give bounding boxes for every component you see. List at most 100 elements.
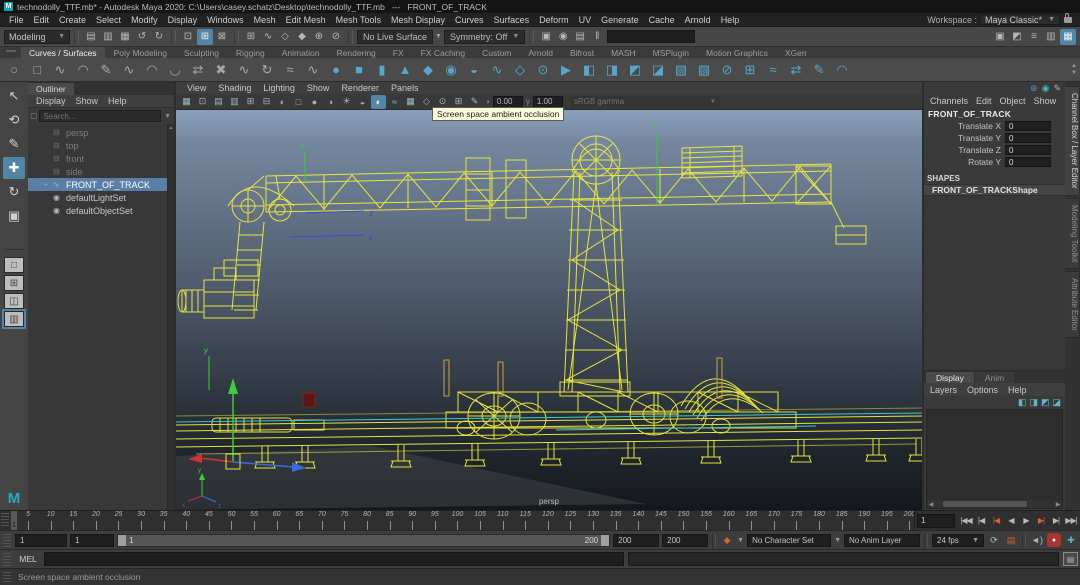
menu-create[interactable]: Create (54, 15, 91, 25)
layer-new-from-selected-icon[interactable]: ◨ (1029, 397, 1038, 408)
extrude-icon[interactable]: ⊞ (739, 59, 761, 81)
layer-move-up-icon[interactable]: ◩ (1041, 397, 1050, 408)
view-transform-selector[interactable]: sRGB gamma ▼ (570, 96, 720, 108)
save-scene-icon[interactable]: ▦ (117, 29, 133, 45)
bezier-curve-icon[interactable]: ∿ (118, 59, 140, 81)
timeline-track[interactable]: 5 10 15 20 25 30 (10, 511, 915, 530)
new-scene-icon[interactable]: ▤ (83, 29, 99, 45)
outliner-item-top[interactable]: ⊟ top (28, 139, 174, 152)
section-divider[interactable] (234, 30, 239, 44)
step-forward-key-button[interactable]: ▶| (1034, 513, 1048, 529)
arc-two-point-icon[interactable]: ◡ (164, 59, 186, 81)
render-settings-icon[interactable]: ▤ (572, 29, 588, 45)
use-all-lights-icon[interactable]: ☀ (339, 95, 354, 109)
play-backwards-button[interactable]: ◀ (1004, 513, 1018, 529)
workspace-selector[interactable]: Maya Classic* ▼ (980, 14, 1060, 25)
shelf-tab[interactable]: Curves / Surfaces (21, 47, 105, 58)
poly-helix-icon[interactable]: ∿ (486, 59, 508, 81)
search-input[interactable] (39, 110, 161, 122)
make-live-icon[interactable]: ⊘ (328, 29, 344, 45)
poly-cone-icon[interactable]: ▲ (394, 59, 416, 81)
attribute-label[interactable]: Translate Y (958, 133, 1001, 143)
step-back-frame-button[interactable]: |◀ (974, 513, 988, 529)
outliner-scrollbar[interactable]: ▲ (167, 124, 174, 510)
range-start-handle[interactable] (118, 535, 126, 546)
ipr-render-icon[interactable]: ◉ (555, 29, 571, 45)
layer-move-down-icon[interactable]: ◪ (1052, 397, 1061, 408)
multi-cut-icon[interactable]: ⊘ (716, 59, 738, 81)
menu-cache[interactable]: Cache (644, 15, 680, 25)
shelf-scroll-arrows[interactable]: ▲▼ (1071, 63, 1077, 76)
undo-icon[interactable]: ↺ (134, 29, 150, 45)
shadows-icon[interactable]: ◒ (355, 95, 370, 109)
layout-four-pane-button[interactable]: ⊞ (4, 275, 24, 291)
timeline-grip[interactable] (1, 513, 9, 528)
outliner-item-persp[interactable]: ⊟ persp (28, 126, 174, 139)
screen-space-ao-icon[interactable]: ◐ (371, 95, 386, 109)
sculpt-brush-icon[interactable]: ◠ (831, 59, 853, 81)
layer-menu-layers[interactable]: Layers (926, 385, 961, 395)
current-frame-field[interactable]: 1 (917, 514, 955, 528)
pencil-curve-icon[interactable]: ✎ (95, 59, 117, 81)
outliner-menu-help[interactable]: Help (104, 96, 131, 106)
section-divider[interactable] (348, 30, 353, 44)
attribute-label[interactable]: Translate Z (958, 145, 1001, 155)
channelbox-menu-show[interactable]: Show (1030, 96, 1061, 106)
two-d-pan-zoom-icon[interactable]: ⊟ (259, 95, 274, 109)
mirror-icon[interactable]: ⇄ (785, 59, 807, 81)
wireframe-icon[interactable]: □ (291, 95, 306, 109)
shaded-icon[interactable]: ● (307, 95, 322, 109)
insert-knot-icon[interactable]: ∿ (233, 59, 255, 81)
shelf-collapse-handle[interactable] (6, 50, 16, 57)
section-divider[interactable] (171, 30, 176, 44)
boolean-intersect-icon[interactable]: ◩ (624, 59, 646, 81)
right-sidebar-tab[interactable]: Modeling Toolkit (1065, 198, 1080, 269)
offset-curve-icon[interactable]: ≈ (279, 59, 301, 81)
channelbox-menu-object[interactable]: Object (996, 96, 1030, 106)
channel-history-icon[interactable]: ◉ (1042, 83, 1050, 94)
open-scene-icon[interactable]: ▥ (100, 29, 116, 45)
viewport-canvas[interactable]: Screen space ambient occlusion (176, 110, 922, 510)
attribute-value-field[interactable]: 0 (1005, 145, 1051, 155)
attribute-value-field[interactable]: 0 (1005, 133, 1051, 143)
layer-list[interactable]: ◀▶ (926, 409, 1063, 509)
menu-curves[interactable]: Curves (450, 15, 489, 25)
chevron-down-icon[interactable]: ▼ (834, 537, 841, 544)
step-forward-frame-button[interactable]: ▶| (1049, 513, 1063, 529)
mute-audio-icon[interactable]: ◄) (1030, 533, 1044, 547)
help-grip[interactable] (3, 572, 11, 583)
shelf-tab[interactable]: Custom (474, 47, 519, 58)
outliner-tab[interactable]: Outliner (28, 83, 74, 95)
shelf-tab[interactable]: Arnold (520, 47, 561, 58)
combine-icon[interactable]: ◪ (647, 59, 669, 81)
playback-loop-icon[interactable]: ⟳ (987, 533, 1001, 547)
menu-uv[interactable]: UV (574, 15, 597, 25)
exposure-field[interactable]: 0.00 (493, 96, 523, 108)
playback-end-field[interactable]: 200 (613, 534, 659, 547)
shelf-tab[interactable]: Rigging (228, 47, 273, 58)
menu-mesh-tools[interactable]: Mesh Tools (331, 15, 386, 25)
menu-select[interactable]: Select (91, 15, 126, 25)
shelf-tab[interactable]: Bifrost (562, 47, 602, 58)
play-forwards-button[interactable]: ▶ (1019, 513, 1033, 529)
raise-application-windows-icon[interactable]: ▣ (992, 29, 1008, 45)
tool-settings-toggle-icon[interactable]: ◩ (1009, 29, 1025, 45)
layer-menu-help[interactable]: Help (1004, 385, 1031, 395)
channel-edit-icon[interactable]: ✎ (1053, 83, 1061, 94)
character-set-key-icon[interactable]: ◆ (720, 533, 734, 547)
viewport-menu-shading[interactable]: Shading (213, 83, 256, 93)
lock-camera-icon[interactable]: ⊡ (195, 95, 210, 109)
motion-blur-icon[interactable]: ≈ (387, 95, 402, 109)
menu-file[interactable]: File (4, 15, 29, 25)
modeling-toolkit-toggle-icon[interactable]: ▥ (1043, 29, 1059, 45)
viewport-menu-view[interactable]: View (182, 83, 211, 93)
menu-surfaces[interactable]: Surfaces (489, 15, 535, 25)
outliner-item-defaultlightset[interactable]: ◉ defaultLightSet (28, 191, 174, 204)
exposure-icon[interactable]: ◑ (485, 97, 490, 106)
go-to-start-button[interactable]: |◀◀ (959, 513, 973, 529)
gamma-icon[interactable]: γ (526, 97, 530, 106)
selection-mask-icon[interactable]: □ (31, 111, 36, 121)
snap-curve-icon[interactable]: ∿ (260, 29, 276, 45)
snap-view-plane-icon[interactable]: ⊕ (311, 29, 327, 45)
rotate-tool[interactable]: ↻ (3, 181, 25, 203)
